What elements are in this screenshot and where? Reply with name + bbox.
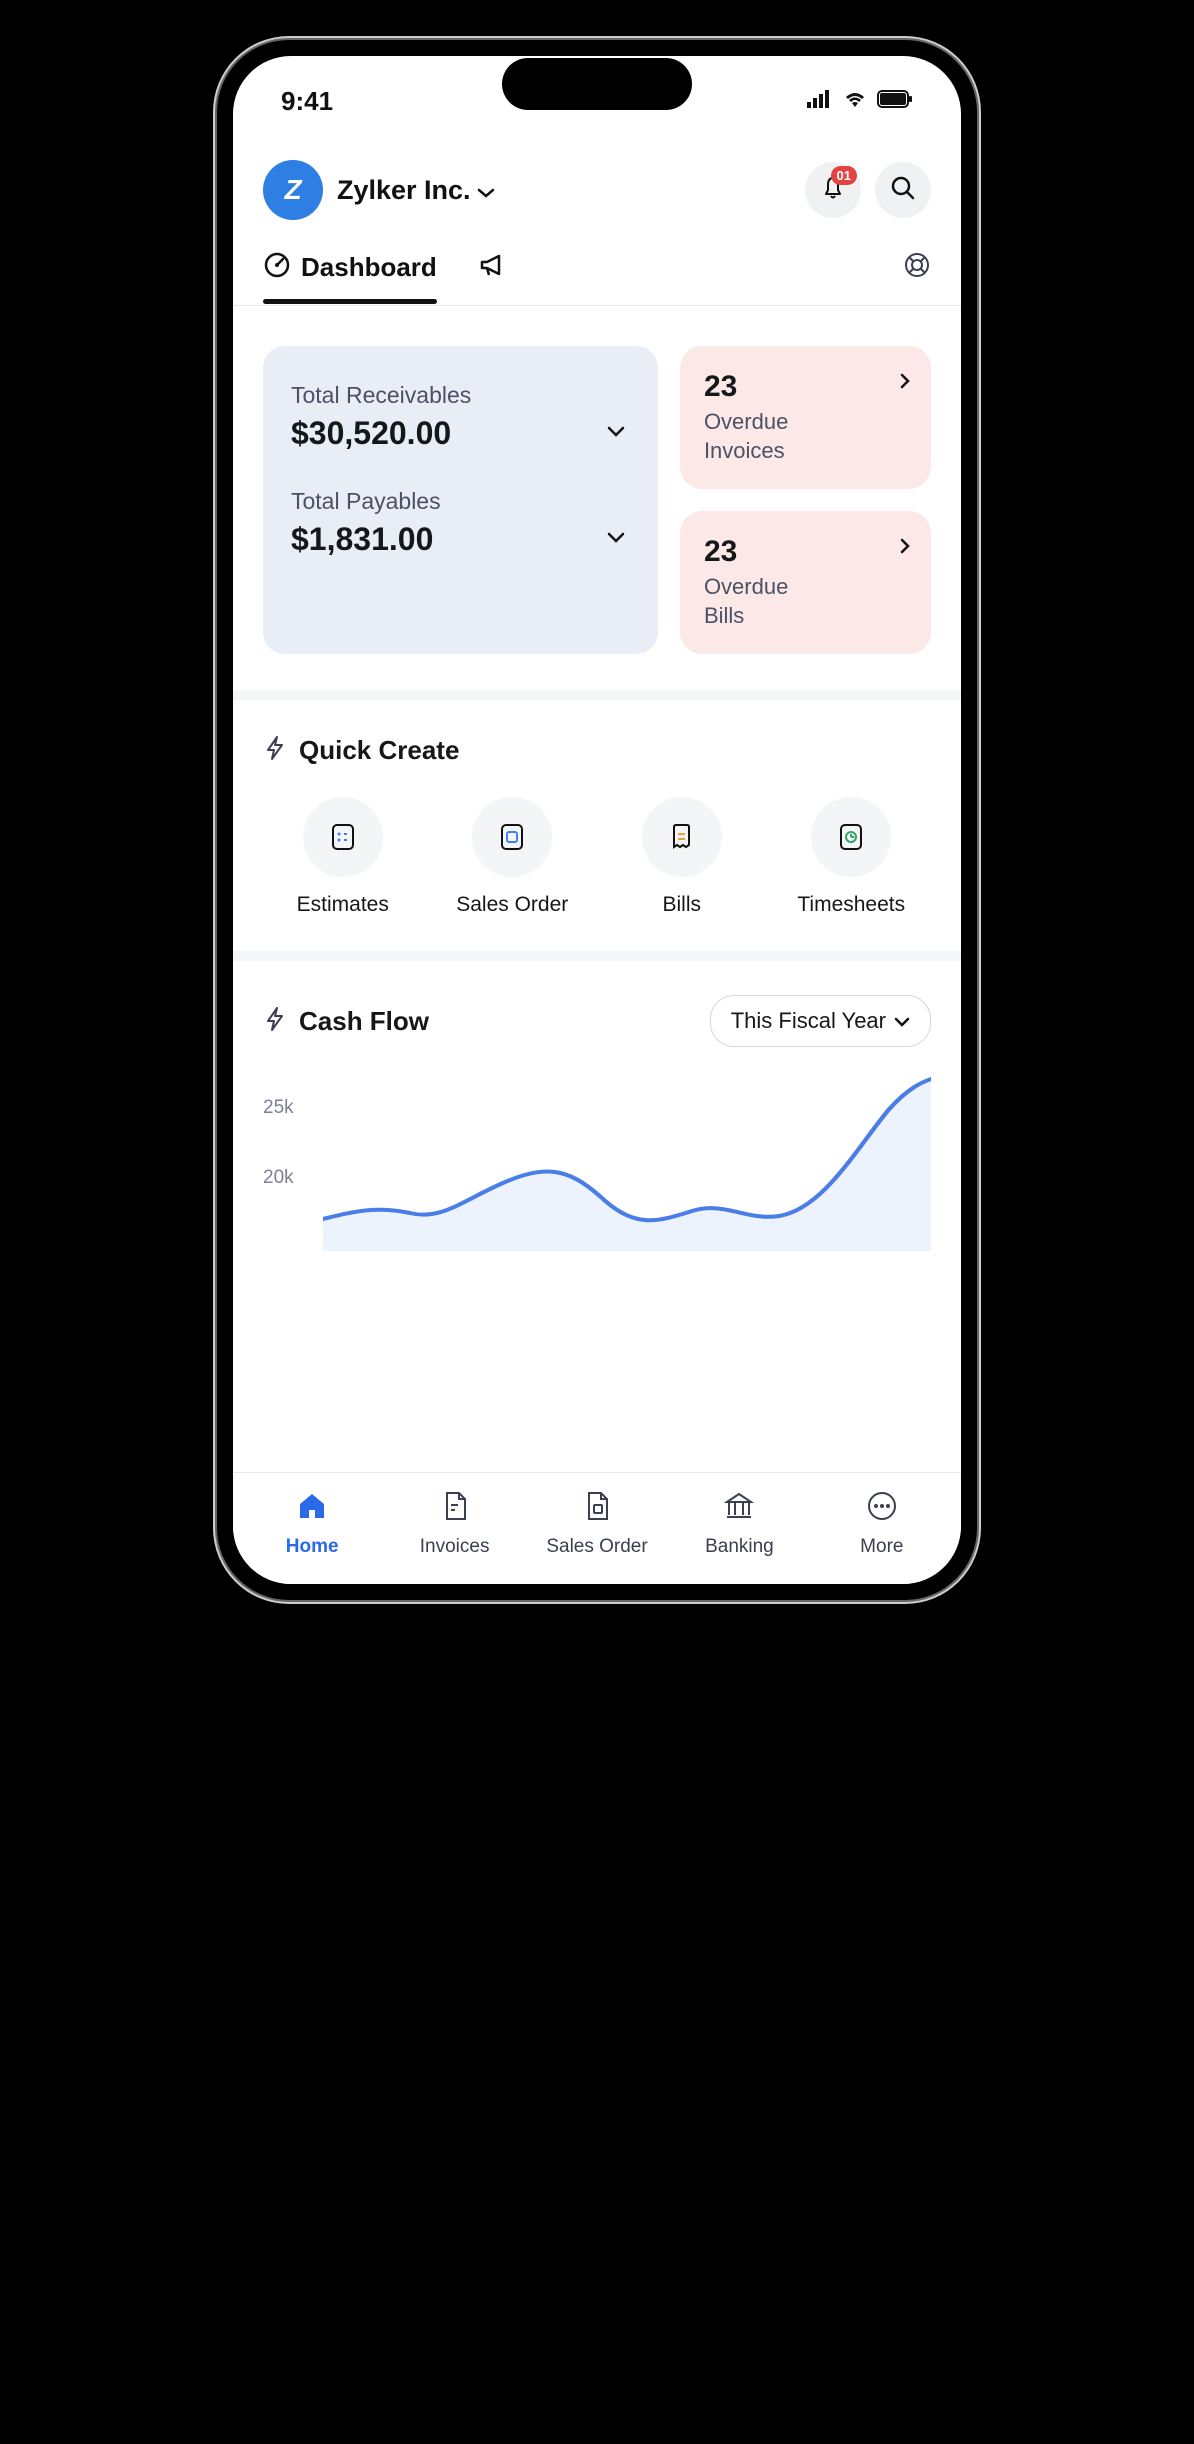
screen: 9:41 Z Zylker Inc. [233, 56, 961, 1584]
org-logo: Z [263, 160, 323, 220]
cash-flow-title-wrap: Cash Flow [263, 1005, 429, 1038]
quick-create-header: Quick Create [263, 734, 931, 767]
chevron-down-icon [894, 1008, 910, 1034]
chevron-right-icon [899, 537, 911, 560]
lifebuoy-icon [903, 251, 931, 284]
estimates-icon [303, 797, 383, 877]
cash-flow-chart: 25k 20k [263, 1071, 931, 1251]
signal-icon [807, 90, 833, 113]
period-value: This Fiscal Year [731, 1008, 886, 1034]
nav-label: Banking [705, 1536, 774, 1558]
cash-flow-title: Cash Flow [299, 1006, 429, 1037]
nav-banking[interactable]: Banking [668, 1489, 810, 1558]
wifi-icon [843, 90, 867, 113]
chevron-down-icon [606, 424, 626, 438]
overdue-bills-count: 23 [704, 535, 907, 569]
status-time: 9:41 [281, 86, 333, 117]
y-tick-20k: 20k [263, 1167, 294, 1189]
phone-frame: 9:41 Z Zylker Inc. [217, 40, 977, 1600]
overdue-invoices-card[interactable]: 23 Overdue Invoices [680, 346, 931, 489]
org-selector[interactable]: Zylker Inc. [337, 175, 791, 206]
tab-bar: Dashboard [233, 236, 961, 306]
gauge-icon [263, 251, 291, 284]
bolt-icon [263, 734, 287, 767]
app-header: Z Zylker Inc. 01 [233, 136, 961, 236]
notifications-button[interactable]: 01 [805, 162, 861, 218]
search-icon [889, 174, 917, 207]
notification-badge: 01 [831, 166, 857, 185]
y-tick-25k: 25k [263, 1097, 294, 1119]
bank-icon [722, 1489, 756, 1528]
help-button[interactable] [903, 251, 931, 304]
quick-label: Bills [662, 893, 701, 917]
bottom-nav: Home Invoices Sales Order Banking [233, 1472, 961, 1584]
home-icon [295, 1489, 329, 1528]
overdue-bills-label: Overdue Bills [704, 573, 907, 630]
nav-label: Invoices [420, 1536, 490, 1558]
overdue-invoices-count: 23 [704, 370, 907, 404]
org-name-text: Zylker Inc. [337, 175, 471, 206]
divider [233, 690, 961, 700]
tab-dashboard[interactable]: Dashboard [263, 251, 437, 304]
quick-create-title: Quick Create [299, 735, 459, 766]
invoice-icon [438, 1489, 472, 1528]
period-dropdown[interactable]: This Fiscal Year [710, 995, 931, 1047]
tab-announcements[interactable] [477, 250, 507, 305]
payables-value: $1,831.00 [291, 521, 433, 558]
battery-icon [877, 90, 913, 113]
nav-invoices[interactable]: Invoices [383, 1489, 525, 1558]
more-icon [865, 1489, 899, 1528]
notch [502, 58, 692, 110]
quick-sales-order[interactable]: Sales Order [433, 797, 593, 917]
overdue-invoices-label: Overdue Invoices [704, 408, 907, 465]
search-button[interactable] [875, 162, 931, 218]
receivables-label: Total Receivables [291, 382, 630, 409]
quick-timesheets[interactable]: Timesheets [772, 797, 932, 917]
payables-metric: Total Payables $1,831.00 [291, 488, 630, 558]
sales-order-nav-icon [580, 1489, 614, 1528]
chevron-down-icon [606, 530, 626, 544]
receivables-metric: Total Receivables $30,520.00 [291, 382, 630, 452]
nav-home[interactable]: Home [241, 1489, 383, 1558]
status-indicators [807, 90, 913, 113]
tab-label: Dashboard [301, 252, 437, 283]
quick-label: Sales Order [456, 893, 568, 917]
overdue-column: 23 Overdue Invoices 23 Overdue [680, 346, 931, 654]
receivables-row: $30,520.00 [291, 415, 630, 452]
divider [233, 951, 961, 961]
main-content[interactable]: Total Receivables $30,520.00 Total Payab… [233, 306, 961, 1472]
chart-line [323, 1071, 931, 1251]
quick-bills[interactable]: Bills [602, 797, 762, 917]
summary-cards: Total Receivables $30,520.00 Total Payab… [233, 306, 961, 690]
cash-flow-header: Cash Flow This Fiscal Year [263, 995, 931, 1047]
bolt-icon [263, 1005, 287, 1038]
nav-sales-order[interactable]: Sales Order [526, 1489, 668, 1558]
quick-create-section: Quick Create Estimates Sales Order [233, 700, 961, 951]
nav-more[interactable]: More [811, 1489, 953, 1558]
quick-create-items: Estimates Sales Order Bills [263, 797, 931, 917]
nav-label: Sales Order [546, 1536, 647, 1558]
timesheets-icon [811, 797, 891, 877]
receivables-value: $30,520.00 [291, 415, 451, 452]
sales-order-icon [472, 797, 552, 877]
megaphone-icon [477, 250, 507, 285]
nav-label: More [860, 1536, 903, 1558]
cash-flow-section: Cash Flow This Fiscal Year 25k 20k [233, 961, 961, 1285]
overdue-bills-card[interactable]: 23 Overdue Bills [680, 511, 931, 654]
totals-card: Total Receivables $30,520.00 Total Payab… [263, 346, 658, 654]
quick-label: Timesheets [797, 893, 905, 917]
bills-icon [642, 797, 722, 877]
quick-label: Estimates [297, 893, 389, 917]
nav-label: Home [286, 1536, 339, 1558]
quick-estimates[interactable]: Estimates [263, 797, 423, 917]
receivables-expand[interactable] [602, 420, 630, 447]
chevron-right-icon [899, 372, 911, 395]
payables-row: $1,831.00 [291, 521, 630, 558]
chevron-down-icon [477, 175, 495, 206]
payables-label: Total Payables [291, 488, 630, 515]
payables-expand[interactable] [602, 526, 630, 553]
